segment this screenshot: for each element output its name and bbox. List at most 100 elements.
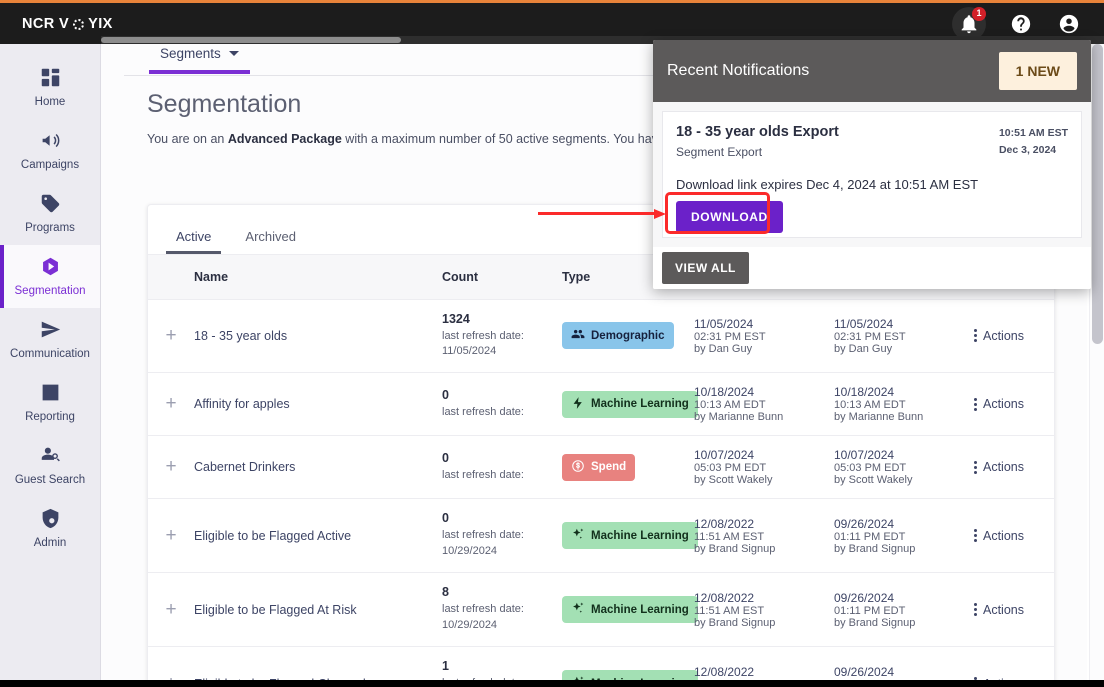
table-row[interactable]: + Eligible to be Flagged Active 0 last refr… — [148, 498, 1054, 574]
sidebar-item-communication[interactable]: Communication — [0, 308, 100, 371]
tab-segments-label: Segments — [160, 45, 221, 61]
package-prefix: You are on an — [147, 132, 228, 146]
sidebar-item-segmentation[interactable]: Segmentation — [0, 245, 100, 308]
created-by: by Brand Signup — [694, 542, 776, 555]
chevron-down-icon[interactable] — [228, 50, 239, 56]
table-row[interactable]: + Cabernet Drinkers 0 last refresh date: Spe… — [148, 435, 1054, 500]
kebab-menu-icon[interactable] — [974, 460, 977, 474]
row-actions-button[interactable]: Actions — [974, 603, 1054, 617]
type-badge: Spend — [562, 453, 636, 481]
table-body: +18 - 35 year olds 1324 last refresh date:… — [148, 299, 1054, 680]
count-refresh: last refresh date:10/29/2024 — [442, 603, 524, 632]
help-circle-icon[interactable] — [1008, 11, 1034, 37]
created-by: by Brand Signup — [694, 616, 776, 629]
view-all-button[interactable]: VIEW ALL — [662, 252, 749, 284]
cell-count: 0 last refresh date: — [442, 372, 562, 437]
edited-time: 01:11 PM EDT — [834, 530, 906, 543]
kebab-menu-icon[interactable] — [974, 329, 977, 343]
cell-type: Machine Learning — [562, 372, 698, 437]
new-notifications-badge: 1 NEW — [998, 52, 1077, 90]
download-button[interactable]: DOWNLOAD — [676, 201, 783, 233]
account-circle-icon[interactable] — [1056, 11, 1082, 37]
edited-time: 05:03 PM EDT — [834, 462, 907, 475]
cell-actions: Actions — [974, 498, 1054, 574]
person-search-icon — [40, 445, 61, 469]
cell-segment-name: Affinity for apples — [194, 372, 442, 437]
expand-row-button[interactable]: + — [148, 372, 194, 437]
send-icon — [40, 319, 61, 343]
count-value: 0 — [442, 450, 449, 465]
row-actions-button[interactable]: Actions — [974, 329, 1054, 343]
sidebar-item-admin[interactable]: Admin — [0, 497, 100, 560]
sparkle-icon — [571, 675, 585, 680]
kebab-menu-icon[interactable] — [974, 397, 977, 411]
sidebar-item-campaigns[interactable]: Campaigns — [0, 119, 100, 182]
notification-item[interactable]: 18 - 35 year olds Export Segment Export … — [662, 111, 1082, 238]
row-actions-label: Actions — [983, 602, 1024, 617]
segments-table: Name Count Type Created Last Edited▼ +18… — [148, 255, 1054, 680]
edited-by: by Dan Guy — [834, 342, 893, 355]
notifications-panel-footer: VIEW ALL — [653, 247, 1091, 289]
cell-count: 8 last refresh date: 10/29/2024 — [442, 572, 562, 648]
row-actions-button[interactable]: Actions — [974, 397, 1054, 411]
kebab-menu-icon[interactable] — [974, 603, 977, 617]
content-vertical-scrollbar[interactable] — [1089, 44, 1104, 680]
row-actions-label: Actions — [983, 677, 1024, 680]
table-row[interactable]: +Eligible to be Flagged Churned1 last ref… — [148, 646, 1054, 680]
tab-active[interactable]: Active — [166, 229, 222, 254]
cell-type: Machine Learning — [562, 646, 698, 680]
count-value: 0 — [442, 387, 449, 402]
sidebar-item-label: Admin — [33, 537, 67, 549]
created-date: 11/05/2024 — [694, 316, 754, 331]
cell-actions: Actions — [974, 646, 1054, 680]
col-count[interactable]: Count — [442, 255, 562, 300]
tag-icon — [40, 193, 61, 217]
cell-count: 0 last refresh date: — [442, 435, 562, 500]
segment-icon — [40, 256, 61, 280]
edited-by: by Brand Signup — [834, 616, 916, 629]
row-actions-label: Actions — [983, 460, 1024, 475]
table-row[interactable]: + Eligible to be Flagged At Risk 8 last ref… — [148, 572, 1054, 648]
dollar-coin-icon — [571, 459, 585, 476]
table-row[interactable]: + Affinity for apples 0 last refresh date: M… — [148, 372, 1054, 437]
count-refresh: last refresh date: — [442, 468, 524, 481]
expand-row-button[interactable]: + — [148, 572, 194, 648]
count-refresh: last refresh date:10/29/2024 — [442, 676, 562, 680]
cell-created: 12/08/202211:51 AM ESTby Brand Signup — [694, 646, 834, 680]
expand-row-button[interactable]: + — [148, 646, 194, 680]
count-refresh: last refresh date: — [442, 405, 524, 418]
sidebar-item-label: Segmentation — [14, 285, 86, 297]
sidebar-nav: Home Campaigns Programs Segmentation Com… — [0, 44, 101, 680]
tab-archived[interactable]: Archived — [235, 229, 306, 254]
row-actions-button[interactable]: Actions — [974, 529, 1054, 543]
sidebar-item-home[interactable]: Home — [0, 56, 100, 119]
sidebar-item-reporting[interactable]: Reporting — [0, 371, 100, 434]
kebab-menu-icon[interactable] — [974, 529, 977, 543]
sidebar-item-label: Guest Search — [14, 474, 86, 486]
expand-row-button[interactable]: + — [148, 435, 194, 500]
col-name[interactable]: Name — [194, 255, 442, 300]
content-scrollbar-thumb[interactable] — [1092, 44, 1103, 344]
expand-row-button[interactable]: + — [148, 299, 194, 374]
row-actions-button[interactable]: Actions — [974, 677, 1054, 680]
count-refresh: last refresh date:10/29/2024 — [442, 529, 524, 558]
row-actions-label: Actions — [983, 328, 1024, 343]
table-row[interactable]: +18 - 35 year olds 1324 last refresh date:… — [148, 299, 1054, 374]
type-badge-label: Machine Learning — [591, 603, 689, 616]
edited-time: 02:31 PM EST — [834, 330, 906, 343]
cell-segment-name: Eligible to be Flagged Churned — [194, 646, 442, 680]
created-date: 10/07/2024 — [694, 448, 755, 463]
expand-row-button[interactable]: + — [148, 498, 194, 574]
row-actions-button[interactable]: Actions — [974, 460, 1054, 474]
type-badge-label: Machine Learning — [591, 678, 689, 680]
sidebar-item-programs[interactable]: Programs — [0, 182, 100, 245]
bolt-icon — [571, 396, 585, 413]
tab-segments[interactable]: Segments — [160, 44, 239, 70]
sidebar-item-guest-search[interactable]: Guest Search — [0, 434, 100, 497]
shield-user-icon — [40, 508, 61, 532]
created-date: 12/08/2022 — [694, 516, 755, 531]
created-time: 11:51 AM EST — [694, 530, 765, 543]
kebab-menu-icon[interactable] — [974, 677, 977, 680]
horizontal-scrollbar-thumb[interactable] — [101, 37, 401, 43]
ncr-voyix-logo: NCR V YIX — [22, 16, 113, 32]
